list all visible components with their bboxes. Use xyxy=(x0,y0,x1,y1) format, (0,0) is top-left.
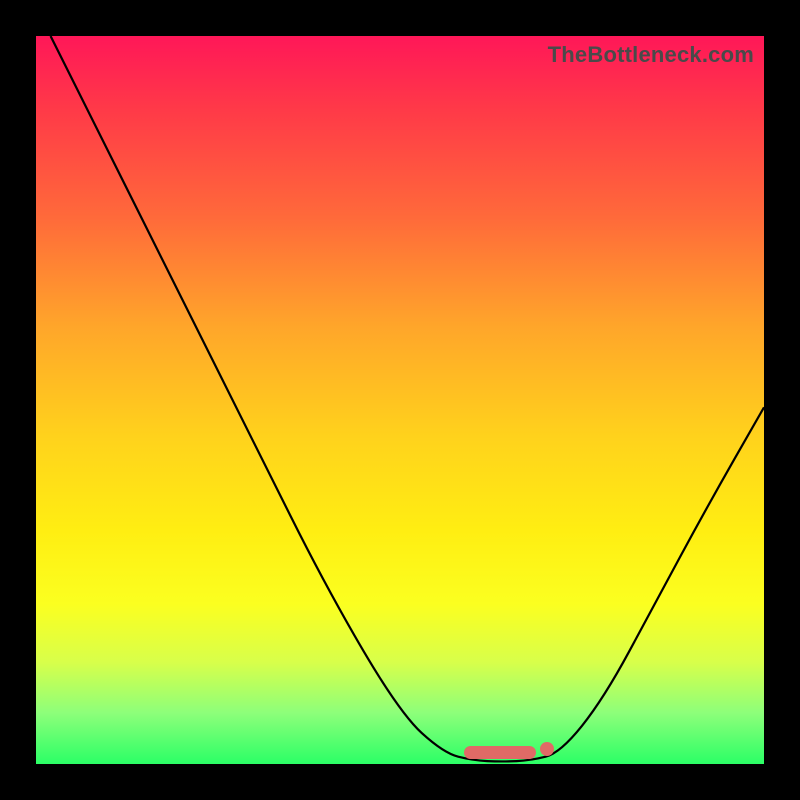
curve-path xyxy=(51,36,764,761)
minimum-marker-dot xyxy=(540,742,554,756)
bottleneck-curve xyxy=(36,36,764,764)
plot-area: TheBottleneck.com xyxy=(36,36,764,764)
chart-frame: TheBottleneck.com xyxy=(0,0,800,800)
minimum-marker-bar xyxy=(464,746,536,759)
